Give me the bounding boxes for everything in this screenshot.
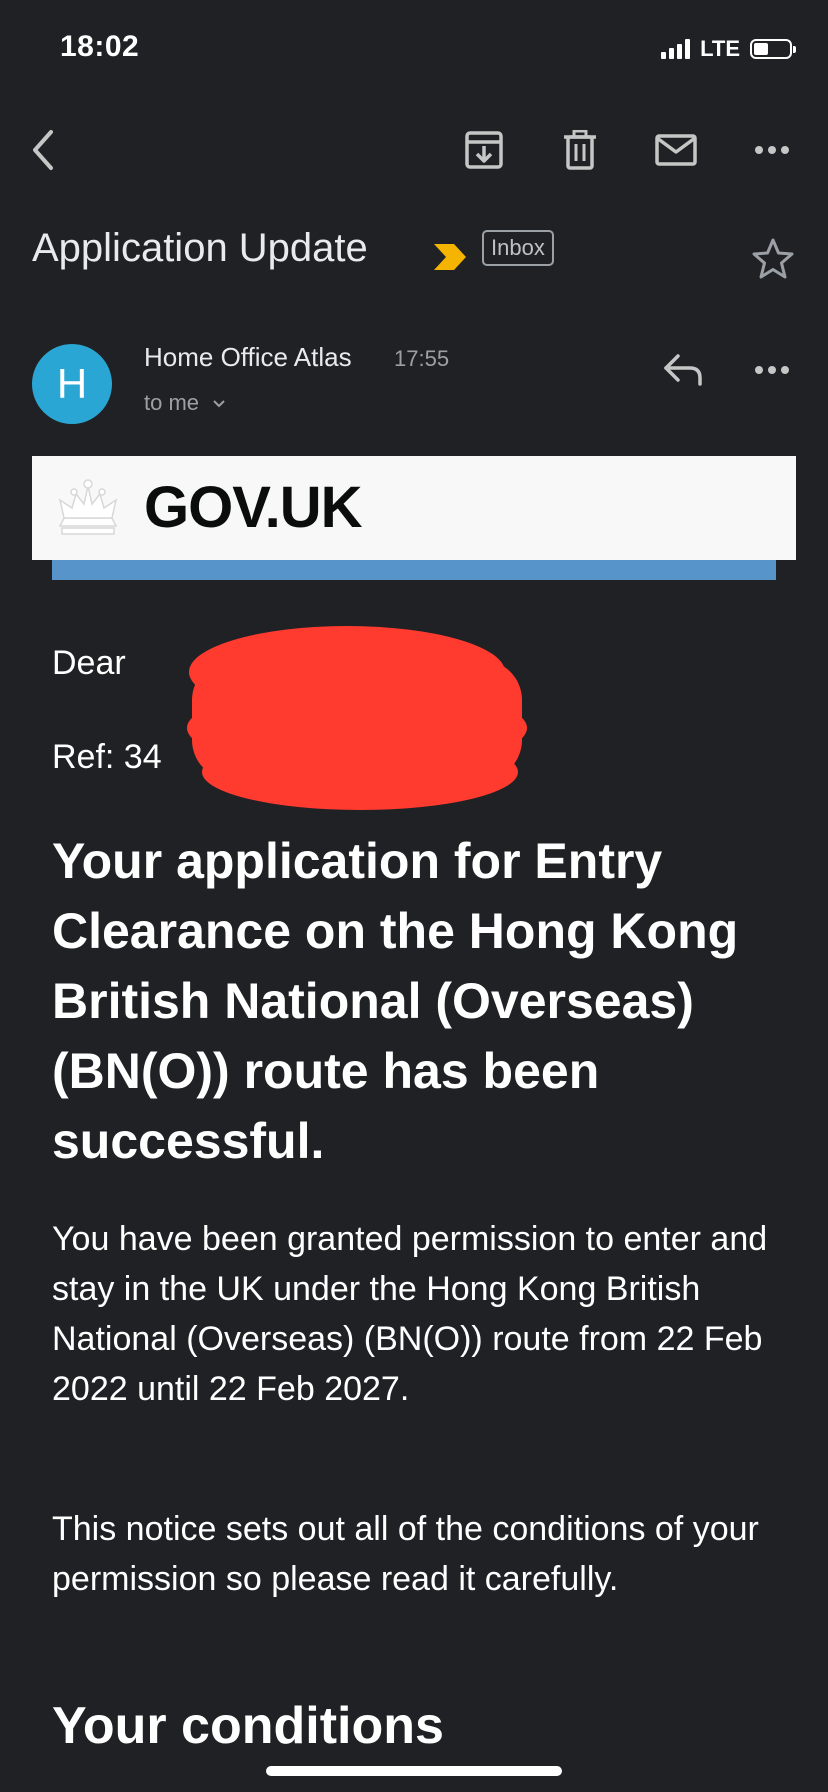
mark-unread-icon[interactable] [654, 128, 698, 172]
recipient-label: to me [144, 390, 200, 415]
sender-header: H Home Office Atlas 17:55 to me [32, 340, 812, 440]
sender-time: 17:55 [394, 346, 450, 371]
back-arrow-icon[interactable] [22, 128, 66, 172]
status-time: 18:02 [60, 30, 140, 63]
home-indicator[interactable] [266, 1766, 562, 1776]
govuk-blue-stripe [52, 560, 776, 580]
status-indicators: LTE [661, 36, 796, 62]
more-options-icon[interactable] [748, 350, 796, 390]
permission-paragraph: You have been granted permission to ente… [52, 1220, 768, 1408]
battery-icon [750, 39, 796, 59]
govuk-logo-text: GOV.UK [144, 475, 362, 540]
notice-paragraph: This notice sets out all of the conditio… [52, 1510, 759, 1598]
trash-icon[interactable] [558, 128, 602, 172]
battery-fill [754, 43, 768, 55]
redaction-scribble [187, 626, 527, 810]
star-icon[interactable] [750, 236, 796, 282]
avatar[interactable]: H [32, 344, 112, 424]
email-toolbar [0, 110, 828, 190]
archive-icon[interactable] [462, 128, 506, 172]
inbox-label-chip[interactable]: Inbox [482, 230, 554, 266]
crown-logo-icon [58, 479, 118, 535]
greeting-text: Dear [52, 644, 126, 682]
status-bar: 18:02 LTE [0, 0, 828, 100]
conditions-heading: Your conditions [52, 1697, 444, 1755]
signal-strength-icon [661, 39, 691, 59]
network-type: LTE [700, 36, 740, 61]
recipient-details-toggle[interactable]: to me [144, 390, 227, 416]
subject-row: Application Update Inbox [32, 218, 812, 279]
reply-icon[interactable] [660, 350, 708, 390]
chevron-down-icon [213, 400, 225, 408]
email-subject: Application Update [32, 226, 368, 270]
more-options-icon[interactable] [750, 128, 794, 172]
headline: Your application for Entry Clearance on … [52, 833, 739, 1169]
govuk-banner: GOV.UK [32, 456, 796, 560]
sender-name: Home Office Atlas [144, 342, 352, 372]
importance-marker-icon[interactable] [432, 242, 468, 272]
